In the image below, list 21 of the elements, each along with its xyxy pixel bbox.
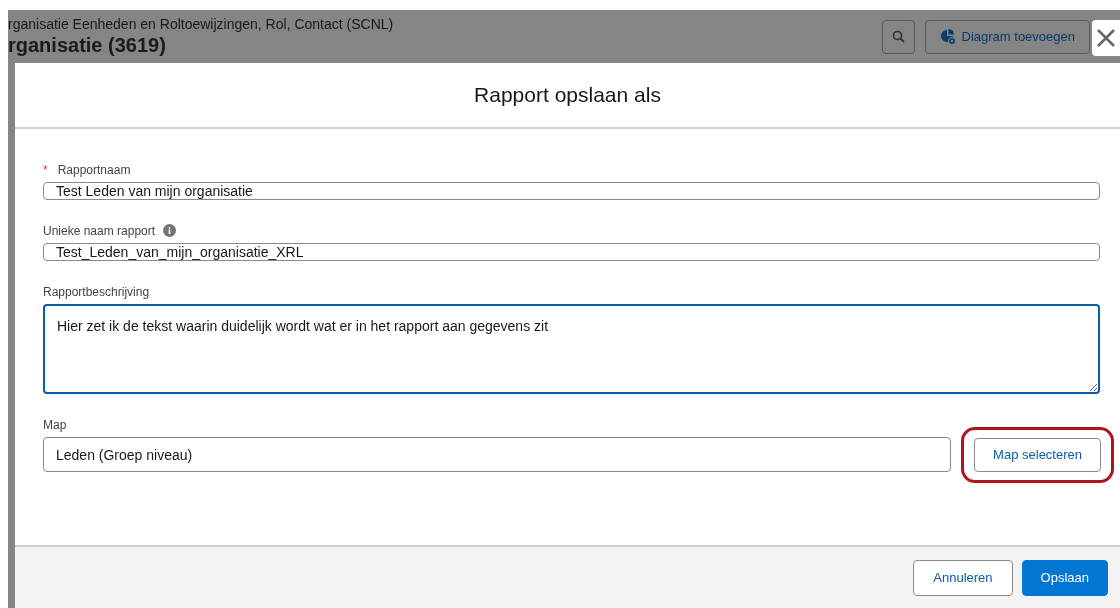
info-icon[interactable] xyxy=(163,224,177,237)
close-button[interactable] xyxy=(1092,20,1120,56)
close-icon xyxy=(1096,28,1116,48)
field-label: Unieke naam rapport xyxy=(43,223,156,238)
field-label: Rapportbeschrijving xyxy=(43,284,150,299)
search-icon xyxy=(891,30,905,43)
description-field[interactable]: Hier zet ik de tekst waarin duidelijk wordt wat er in het rapport aan gegevens zit xyxy=(43,304,1100,394)
search-button[interactable] xyxy=(881,19,915,54)
folder-field[interactable]: Leden (Groep niveau) xyxy=(43,437,952,472)
text-field[interactable]: Test_Leden_van_mijn_organisatie_XRL xyxy=(43,243,1100,261)
report-title: rganisatie (3619) xyxy=(8,33,167,57)
field-label: Rapportnaam xyxy=(57,162,131,177)
pie-chart-icon xyxy=(939,28,956,45)
save-button[interactable]: Opslaan xyxy=(1021,559,1108,596)
dialog-title: Rapport opslaan als xyxy=(474,83,661,107)
report-type: rganisatie Eenheden en Roltoewijzingen, Rol, Contact (SCNL) xyxy=(8,16,395,33)
required-asterisk: * xyxy=(43,162,48,177)
field-label: Map xyxy=(43,417,67,432)
cancel-button[interactable]: Annuleren xyxy=(913,559,1013,596)
select-folder-button[interactable]: Map selecteren xyxy=(974,437,1101,472)
text-field[interactable]: Test Leden van mijn organisatie xyxy=(43,182,1100,200)
